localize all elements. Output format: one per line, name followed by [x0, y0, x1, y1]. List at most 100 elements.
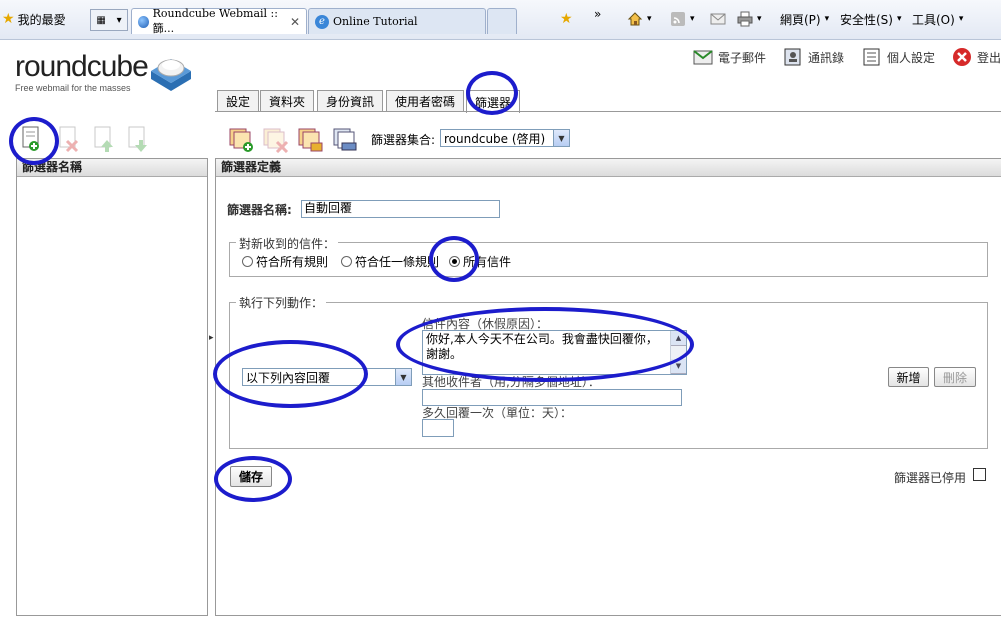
delete-action-label: 刪除	[942, 370, 967, 385]
nav-logout[interactable]: 登出	[952, 46, 1001, 68]
mail-icon	[710, 13, 726, 25]
browser-tab-roundcube[interactable]: Roundcube Webmail :: 篩... ✕	[131, 7, 307, 35]
filter-list-panel: 篩選器名稱	[16, 158, 208, 616]
quick-tabs-button[interactable]: ▦ ▾	[90, 9, 128, 31]
safety-menu-label: 安全性(S)	[840, 12, 893, 27]
tools-menu-label: 工具(O)	[912, 12, 955, 27]
radio-circle	[242, 256, 253, 267]
actions-legend: 執行下列動作：	[236, 294, 327, 311]
new-tab-button[interactable]	[487, 8, 517, 34]
tab-identities[interactable]: 身份資訊	[317, 90, 384, 112]
annotation-ellipse-action	[213, 340, 368, 408]
tab-folders[interactable]: 資料夾	[260, 90, 315, 112]
annotation-circle-add-filter	[9, 117, 59, 165]
tab-preferences[interactable]: 設定	[217, 90, 260, 112]
filter-name-value: 自動回覆	[304, 201, 353, 215]
filterset-select-value: roundcube (啓用)	[444, 131, 546, 146]
nav-email-label: 電子郵件	[718, 50, 767, 65]
home-chevron-icon[interactable]: ▾	[647, 14, 652, 24]
annotation-circle-all-messages	[429, 236, 479, 282]
radio-allof[interactable]: 符合所有規則	[242, 253, 328, 270]
more-chevron-icon[interactable]: »	[594, 4, 601, 24]
add-favorite-icon: ★	[560, 11, 573, 27]
browser-tab-label: Roundcube Webmail :: 篩...	[152, 7, 278, 35]
chevron-down-icon: ▼	[395, 369, 411, 385]
browser-tab-label: Online Tutorial	[333, 15, 418, 28]
print-icon	[737, 11, 753, 27]
move-down-icon[interactable]	[124, 125, 152, 153]
roundcube-logo[interactable]: roundcube Free webmail for the masses	[15, 50, 149, 94]
logout-icon	[953, 48, 971, 66]
quick-tabs-icon: ▦	[96, 14, 106, 26]
radio-anyof[interactable]: 符合任一條規則	[341, 253, 439, 270]
settings-icon	[863, 48, 880, 66]
print-button[interactable]: ▾	[737, 9, 762, 29]
roundcube-favicon-icon	[138, 15, 149, 28]
logo-text: roundcube	[15, 50, 149, 83]
filterset-label: 篩選器集合:	[371, 133, 436, 147]
home-button[interactable]: ▾	[627, 9, 652, 29]
read-mail-button[interactable]	[710, 9, 726, 29]
chevron-down-icon: ▼	[553, 130, 569, 146]
incoming-legend: 對新收到的信件：	[236, 235, 339, 252]
delete-action-button[interactable]: 刪除	[934, 367, 976, 387]
radio-circle	[341, 256, 352, 267]
page-menu[interactable]: 網頁(P) ▾	[780, 9, 829, 29]
rss-chevron-icon[interactable]: ▾	[690, 14, 695, 24]
filter-disabled-checkbox[interactable]	[973, 468, 986, 481]
ie-favicon-icon: e	[315, 14, 329, 29]
filterset-select[interactable]: roundcube (啓用) ▼	[440, 129, 570, 147]
filter-definition-header: 篩選器定義	[216, 159, 1001, 177]
days-input[interactable]	[422, 419, 454, 437]
nav-settings-label: 個人設定	[887, 50, 936, 65]
add-action-label: 新增	[896, 370, 921, 385]
add-favorite-button[interactable]: ★	[560, 9, 573, 29]
tabs-divider	[215, 111, 1001, 112]
annotation-ellipse-body	[396, 307, 694, 382]
page-menu-chevron-icon: ▾	[824, 14, 830, 24]
nav-addressbook[interactable]: 通訊錄	[783, 46, 844, 68]
nav-addressbook-label: 通訊錄	[808, 50, 845, 65]
tools-menu[interactable]: 工具(O) ▾	[912, 9, 963, 29]
nav-settings[interactable]: 個人設定	[862, 46, 935, 68]
delete-filterset-icon[interactable]	[262, 125, 290, 153]
rss-icon	[671, 12, 685, 26]
page-menu-label: 網頁(P)	[780, 12, 821, 27]
tab-password[interactable]: 使用者密碼	[386, 90, 465, 112]
safety-menu-chevron-icon: ▾	[896, 14, 902, 24]
filter-name-input[interactable]: 自動回覆	[301, 200, 500, 218]
filter-name-label: 篩選器名稱:	[227, 203, 292, 217]
browser-tab-tutorial[interactable]: e Online Tutorial	[308, 8, 486, 34]
add-action-button[interactable]: 新增	[888, 367, 929, 387]
tab-label: 資料夾	[269, 95, 306, 109]
filter-disabled-label: 篩選器已停用	[894, 471, 967, 485]
home-icon	[627, 12, 643, 26]
annotation-ellipse-save	[214, 456, 292, 502]
safety-menu[interactable]: 安全性(S) ▾	[840, 9, 902, 29]
tab-list-chevron-icon[interactable]: ▾	[117, 15, 122, 26]
delete-filter-icon[interactable]	[55, 125, 83, 153]
addressbook-icon	[784, 48, 801, 66]
roundcube-logo-icon	[151, 59, 191, 91]
close-tab-icon[interactable]: ✕	[290, 15, 300, 29]
tab-label: 身份資訊	[326, 95, 375, 109]
rss-button[interactable]: ▾	[670, 9, 695, 29]
activate-filterset-icon[interactable]	[297, 125, 325, 153]
email-icon	[693, 50, 713, 65]
print-chevron-icon[interactable]: ▾	[757, 14, 762, 24]
move-up-icon[interactable]	[90, 125, 118, 153]
nav-logout-label: 登出	[977, 50, 1001, 65]
add-filterset-icon[interactable]	[228, 125, 256, 153]
favorites-star-icon: ★	[2, 11, 15, 27]
annotation-circle-filters-tab	[466, 71, 518, 115]
favorites-label: 我的最愛	[17, 12, 66, 27]
tools-menu-chevron-icon: ▾	[958, 14, 964, 24]
radio-label: 符合所有規則	[256, 255, 329, 269]
panel-resize-handle[interactable]: ▸	[209, 333, 214, 343]
nav-email[interactable]: 電子郵件	[693, 46, 766, 68]
browser-toolbar: ★ 我的最愛 ▦ ▾ Roundcube Webmail :: 篩... ✕ e…	[0, 0, 1001, 40]
favorites-button[interactable]: ★ 我的最愛	[2, 10, 66, 28]
tab-label: 設定	[226, 95, 251, 109]
filterset-actions-icon[interactable]	[332, 125, 360, 153]
tab-label: 使用者密碼	[395, 95, 456, 109]
